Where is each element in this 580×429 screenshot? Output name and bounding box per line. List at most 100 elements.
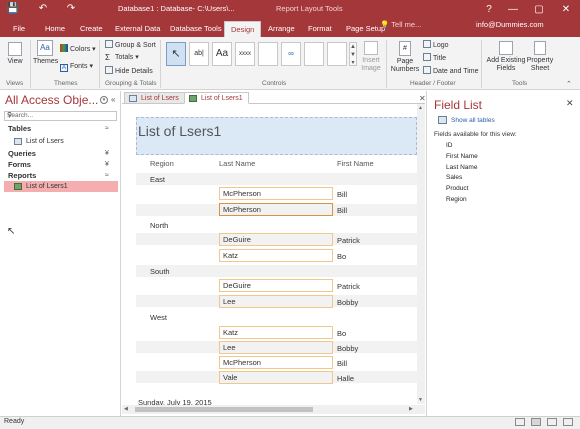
view-button[interactable]: View	[4, 42, 26, 65]
nav-menu-icon[interactable]: ▾	[100, 96, 108, 104]
first-name-cell[interactable]: Bill	[337, 359, 347, 368]
undo-icon[interactable]: ↶	[36, 2, 50, 16]
field-item[interactable]: Sales	[446, 174, 462, 181]
tell-me-box[interactable]: 💡 Tell me...	[380, 20, 421, 29]
close-pane-icon[interactable]: ✕	[566, 98, 574, 109]
close-doc-icon[interactable]: ✕	[419, 94, 426, 103]
tab-external-data[interactable]: External Data	[114, 21, 161, 37]
last-name-cell[interactable]: Lee	[219, 341, 333, 354]
add-existing-fields-button[interactable]: Add Existing Fields	[484, 41, 528, 73]
last-name-cell[interactable]: Katz	[219, 326, 333, 339]
report-title[interactable]: List of Lsers1	[138, 123, 221, 139]
scroll-right-icon[interactable]: ▶	[409, 406, 413, 412]
tab-format[interactable]: Format	[307, 21, 333, 37]
last-name-cell[interactable]: Vale	[219, 371, 333, 384]
account-name[interactable]: info@Dummies.com	[476, 20, 544, 29]
textbox-control[interactable]: ab|	[189, 42, 209, 66]
colors-button[interactable]: Colors ▾	[60, 44, 96, 54]
first-name-cell[interactable]: Halle	[337, 374, 354, 383]
scroll-left-icon[interactable]: ◀	[124, 406, 128, 412]
themes-button[interactable]: Aa Themes	[33, 40, 58, 65]
horizontal-scroll-thumb[interactable]	[135, 407, 313, 412]
tab-control-icon[interactable]	[258, 42, 278, 66]
nav-search-box[interactable]: Search... ⚲	[4, 111, 117, 121]
tab-file[interactable]: File	[12, 21, 26, 37]
first-name-cell[interactable]: Patrick	[337, 236, 360, 245]
collapse-ribbon-icon[interactable]: ⌃	[566, 80, 572, 88]
nav-section-tables[interactable]: Tables	[8, 124, 31, 133]
last-name-cell[interactable]: Lee	[219, 295, 333, 308]
first-name-cell[interactable]: Bobby	[337, 298, 358, 307]
doc-tab-table[interactable]: List of Lsers	[124, 92, 185, 104]
last-name-cell[interactable]: DeGuire	[219, 233, 333, 246]
print-preview-icon[interactable]	[547, 418, 557, 426]
date-time-button[interactable]: Date and Time	[423, 66, 479, 76]
last-name-cell[interactable]: McPherson	[219, 356, 333, 369]
field-item[interactable]: Last Name	[446, 164, 477, 171]
tab-design[interactable]: Design	[224, 21, 262, 37]
close-button[interactable]: ✕	[553, 0, 579, 19]
field-item[interactable]: First Name	[446, 153, 478, 160]
column-header-first-name[interactable]: First Name	[337, 159, 374, 168]
tab-create[interactable]: Create	[79, 21, 104, 37]
tab-database-tools[interactable]: Database Tools	[169, 21, 223, 37]
controls-more-button[interactable]: ▲ ▼ ▾	[349, 42, 357, 66]
first-name-cell[interactable]: Bo	[337, 252, 346, 261]
last-name-cell-selected[interactable]: McPherson	[219, 203, 333, 216]
last-name-cell[interactable]: McPherson	[219, 187, 333, 200]
tab-home[interactable]: Home	[44, 21, 66, 37]
nav-item-table[interactable]: List of Lsers	[4, 136, 118, 147]
label-control[interactable]: Aa	[212, 42, 232, 66]
nav-section-reports[interactable]: Reports	[8, 171, 36, 180]
property-sheet-button[interactable]: Property Sheet	[526, 41, 554, 73]
region-label[interactable]: South	[150, 267, 170, 276]
hide-details-button[interactable]: Hide Details	[105, 66, 153, 76]
hyperlink-control-icon[interactable]: ∞	[281, 42, 301, 66]
redo-icon[interactable]: ↷	[64, 2, 78, 16]
first-name-cell[interactable]: Bobby	[337, 344, 358, 353]
column-header-last-name[interactable]: Last Name	[219, 159, 255, 168]
group-sort-button[interactable]: Group & Sort	[105, 40, 156, 50]
layout-view-icon[interactable]	[531, 418, 541, 426]
minimize-button[interactable]: —	[500, 0, 526, 19]
insert-image-button[interactable]: Insert Image	[358, 41, 384, 73]
first-name-cell[interactable]: Bo	[337, 329, 346, 338]
scroll-down-icon[interactable]: ▼	[418, 397, 423, 403]
design-view-icon[interactable]	[563, 418, 573, 426]
nav-pane-title[interactable]: All Access Obje...	[5, 93, 98, 107]
doc-tab-report[interactable]: List of Lsers1	[184, 92, 249, 104]
tab-arrange[interactable]: Arrange	[267, 21, 296, 37]
first-name-cell[interactable]: Bill	[337, 206, 347, 215]
expand-chevron-icon[interactable]: ¥	[105, 150, 109, 157]
title-button[interactable]: Title	[423, 53, 446, 63]
logo-button[interactable]: Logo	[423, 40, 449, 50]
show-all-tables-link[interactable]: Show all tables	[451, 117, 495, 124]
field-item[interactable]: ID	[446, 142, 453, 149]
fonts-button[interactable]: A Fonts ▾	[60, 62, 93, 72]
region-label[interactable]: West	[150, 313, 167, 322]
nav-section-queries[interactable]: Queries	[8, 149, 36, 158]
nav-section-forms[interactable]: Forms	[8, 160, 31, 169]
button-control[interactable]: xxxx	[235, 42, 255, 66]
nav-item-report[interactable]: List of Lsers1	[4, 181, 118, 192]
navigation-control-icon[interactable]	[327, 42, 347, 66]
region-label[interactable]: East	[150, 175, 165, 184]
region-label[interactable]: North	[150, 221, 168, 230]
report-view-icon[interactable]	[515, 418, 525, 426]
select-control[interactable]: ↖	[166, 42, 186, 66]
restore-button[interactable]: ▢	[526, 0, 552, 19]
expand-chevron-icon[interactable]: ¥	[105, 161, 109, 168]
totals-button[interactable]: Σ Totals ▾	[105, 53, 139, 62]
web-browser-control-icon[interactable]	[304, 42, 324, 66]
collapse-chevron-icon[interactable]: ≈	[105, 125, 109, 132]
collapse-pane-icon[interactable]: «	[111, 95, 115, 104]
column-header-region[interactable]: Region	[150, 159, 174, 168]
last-name-cell[interactable]: DeGuire	[219, 279, 333, 292]
field-item[interactable]: Product	[446, 185, 468, 192]
collapse-chevron-icon[interactable]: ≈	[105, 172, 109, 179]
last-name-cell[interactable]: Katz	[219, 249, 333, 262]
first-name-cell[interactable]: Bill	[337, 190, 347, 199]
save-icon[interactable]: 💾	[6, 2, 20, 16]
field-item[interactable]: Region	[446, 196, 467, 203]
page-numbers-button[interactable]: # Page Numbers	[389, 41, 421, 74]
